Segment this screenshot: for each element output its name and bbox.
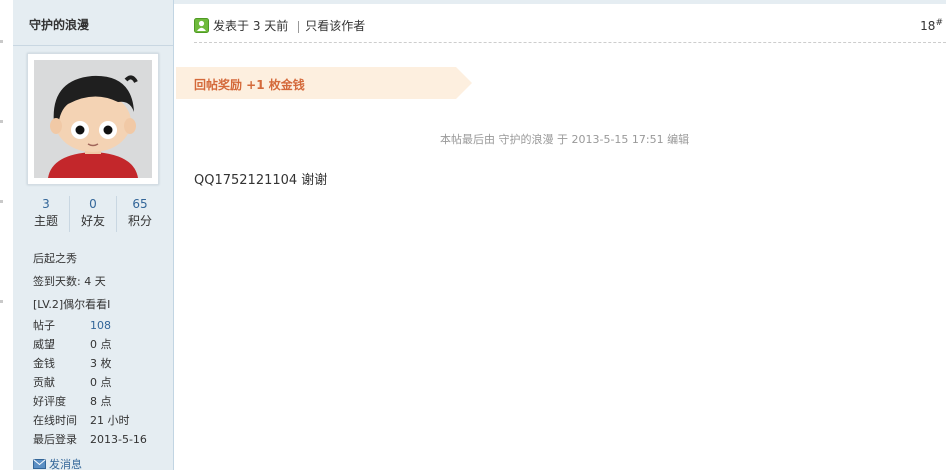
stat-value: 0 <box>89 197 97 211</box>
author-sidebar: 守护的浪漫 3 主题 0 好友 65 积分 后起之秀 签到天数: 4 天 [LV… <box>13 0 174 471</box>
user-group[interactable]: 后起之秀 <box>33 250 77 266</box>
user-level: [LV.2]偶尔看看I <box>33 298 111 311</box>
edit-note: 本帖最后由 守护的浪漫 于 2013-5-15 17:51 编辑 <box>440 133 690 146</box>
post-meta: 发表于 3 天前 只看该作者 <box>194 17 365 36</box>
prop-value: 21 小时 <box>90 414 130 427</box>
signin-days: 签到天数: 4 天 <box>33 275 106 288</box>
reply-reward-banner: 回帖奖励 +1 枚金钱 <box>176 67 472 99</box>
avatar[interactable] <box>27 53 159 185</box>
send-message-label: 发消息 <box>49 458 82 471</box>
floor-mark: # <box>935 18 943 28</box>
online-status-icon <box>194 17 209 36</box>
divider <box>298 20 300 33</box>
prop-key: 威望 <box>33 338 55 351</box>
prop-posts: 帖子 108 <box>33 316 111 335</box>
prop-money: 金钱 3 枚 <box>33 354 112 373</box>
divider <box>194 42 946 43</box>
stat-label: 积分 <box>127 214 152 228</box>
stat-threads[interactable]: 3 主题 <box>23 196 69 230</box>
gutter-tick <box>0 200 3 203</box>
prop-key: 好评度 <box>33 395 66 408</box>
gutter-tick <box>0 300 3 303</box>
stat-label: 好友 <box>80 214 105 228</box>
prop-prestige: 威望 0 点 <box>33 335 112 354</box>
stat-friends[interactable]: 0 好友 <box>70 196 116 230</box>
post-time: 发表于 3 天前 <box>213 19 289 33</box>
floor-value: 18 <box>920 19 936 33</box>
prop-key: 金钱 <box>33 357 55 370</box>
prop-value-link[interactable]: 108 <box>90 319 111 332</box>
prop-value: 2013-5-16 <box>90 433 147 446</box>
gutter-tick <box>0 120 3 123</box>
reward-text: 回帖奖励 +1 枚金钱 <box>194 78 305 92</box>
only-author-link[interactable]: 只看该作者 <box>305 19 365 33</box>
author-stats: 3 主题 0 好友 65 积分 <box>13 196 173 234</box>
author-name[interactable]: 守护的浪漫 <box>29 16 89 33</box>
gutter-tick <box>0 40 3 43</box>
stat-value: 65 <box>132 197 148 211</box>
stat-value: 3 <box>42 197 50 211</box>
prop-value: 3 枚 <box>90 357 112 370</box>
floor-number[interactable]: 18# <box>920 18 943 33</box>
post-content: QQ1752121104 谢谢 <box>194 173 328 188</box>
prop-key: 帖子 <box>33 319 55 332</box>
prop-value: 0 点 <box>90 376 112 389</box>
prop-value: 8 点 <box>90 395 112 408</box>
post-top-border <box>174 0 946 4</box>
prop-value: 0 点 <box>90 338 112 351</box>
prop-last-login: 最后登录 2013-5-16 <box>33 430 147 449</box>
prop-rating: 好评度 8 点 <box>33 392 112 411</box>
prop-key: 在线时间 <box>33 414 77 427</box>
prop-online-time: 在线时间 21 小时 <box>33 411 130 430</box>
divider <box>13 45 173 46</box>
page-gutter <box>0 0 13 470</box>
avatar-image <box>34 60 152 178</box>
prop-key: 贡献 <box>33 376 55 389</box>
prop-contribution: 贡献 0 点 <box>33 373 112 392</box>
stat-points[interactable]: 65 积分 <box>117 196 163 230</box>
stat-label: 主题 <box>33 214 58 228</box>
prop-key: 最后登录 <box>33 433 77 446</box>
